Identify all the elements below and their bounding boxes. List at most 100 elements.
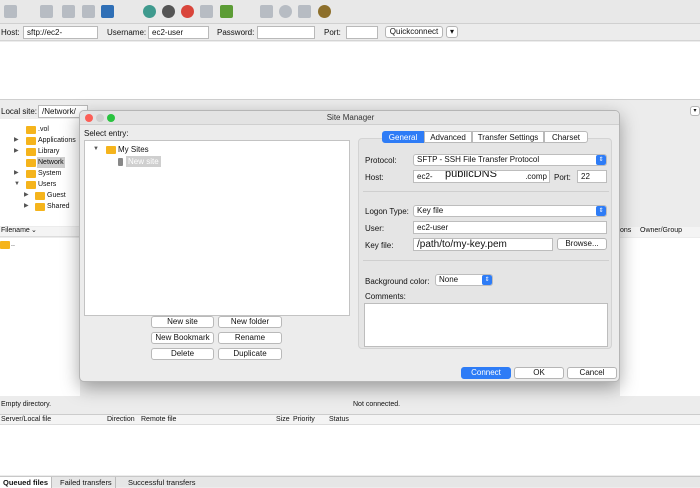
tree-expander-icon[interactable]: ▼ bbox=[14, 179, 20, 190]
server-icon bbox=[118, 158, 123, 166]
tree-item-shared[interactable]: ▶ Shared bbox=[0, 201, 80, 212]
tab-successful-transfers[interactable]: Successful transfers bbox=[125, 477, 199, 488]
duplicate-button[interactable]: Duplicate bbox=[218, 348, 282, 360]
toggle-local-tree-icon[interactable] bbox=[62, 5, 75, 18]
select-entry-label: Select entry: bbox=[84, 129, 129, 138]
folder-icon bbox=[26, 181, 36, 189]
user-label: User: bbox=[365, 224, 385, 233]
folder-icon bbox=[26, 126, 36, 134]
local-directory-tree: .vol ▶ Applications ▶ Library Network ▶ … bbox=[0, 119, 80, 226]
tab-queued-files[interactable]: Queued files bbox=[0, 477, 53, 488]
protocol-select[interactable]: SFTP - SSH File Transfer Protocol ⇕ bbox=[413, 154, 607, 166]
tree-expander-icon[interactable]: ▶ bbox=[14, 146, 19, 157]
queue-header: Server/Local file Direction Remote file … bbox=[0, 414, 700, 425]
col-server-local-file[interactable]: Server/Local file bbox=[1, 416, 51, 423]
col-remote-file[interactable]: Remote file bbox=[141, 416, 176, 423]
sync-browsing-icon[interactable] bbox=[298, 5, 311, 18]
select-arrows-icon: ⇕ bbox=[596, 206, 606, 216]
tree-item-guest[interactable]: ▶ Guest bbox=[0, 190, 80, 201]
delete-button[interactable]: Delete bbox=[151, 348, 214, 360]
local-list-header: Filename ⌄ bbox=[0, 227, 80, 237]
tree-item-label: Applications bbox=[38, 137, 76, 144]
tree-item-label: Users bbox=[38, 181, 57, 188]
comments-textarea[interactable] bbox=[364, 303, 608, 347]
remote-status: Not connected. bbox=[353, 398, 700, 412]
tree-item-label: Shared bbox=[47, 203, 70, 210]
filename-column-header[interactable]: Filename bbox=[1, 227, 30, 234]
qc-username-input[interactable]: ec2-user bbox=[148, 26, 209, 39]
toggle-queue-icon[interactable] bbox=[101, 5, 114, 18]
qc-host-input[interactable]: sftp://ec2- bbox=[23, 26, 98, 39]
tree-item-new-site[interactable]: New site bbox=[85, 156, 205, 167]
tab-failed-transfers[interactable]: Failed transfers bbox=[57, 477, 116, 488]
rename-button[interactable]: Rename bbox=[218, 332, 282, 344]
refresh-icon[interactable] bbox=[143, 5, 156, 18]
toggle-log-icon[interactable] bbox=[40, 5, 53, 18]
tree-item-label: Guest bbox=[47, 192, 66, 199]
cancel-button[interactable]: Cancel bbox=[567, 367, 617, 379]
find-files-binoculars-icon[interactable] bbox=[318, 5, 331, 18]
col-status[interactable]: Status bbox=[329, 416, 349, 423]
tab-advanced[interactable]: Advanced bbox=[424, 131, 472, 143]
tab-general[interactable]: General bbox=[382, 131, 424, 143]
tree-expander-icon[interactable]: ▶ bbox=[14, 168, 19, 179]
new-bookmark-button[interactable]: New Bookmark bbox=[151, 332, 214, 344]
col-direction[interactable]: Direction bbox=[107, 416, 135, 423]
logon-type-value: Key file bbox=[417, 206, 444, 215]
host-label: Host: bbox=[365, 173, 384, 182]
directory-listing-filters-icon[interactable] bbox=[260, 5, 273, 18]
tree-item-library[interactable]: ▶ Library bbox=[0, 146, 80, 157]
permissions-column-header[interactable]: ons bbox=[620, 227, 631, 234]
reconnect-icon[interactable] bbox=[220, 5, 233, 18]
browse-button[interactable]: Browse... bbox=[557, 238, 607, 250]
tab-charset[interactable]: Charset bbox=[544, 131, 588, 143]
cancel-operation-icon[interactable] bbox=[181, 5, 194, 18]
new-site-button[interactable]: New site bbox=[151, 316, 214, 328]
connect-button[interactable]: Connect bbox=[461, 367, 511, 379]
main-toolbar bbox=[0, 0, 700, 24]
background-color-select[interactable]: None ⇕ bbox=[435, 274, 493, 286]
qc-port-input[interactable] bbox=[346, 26, 378, 39]
site-manager-icon[interactable] bbox=[4, 5, 17, 18]
quickconnect-button[interactable]: Quickconnect bbox=[385, 26, 443, 38]
col-priority[interactable]: Priority bbox=[293, 416, 315, 423]
remote-site-dropdown-icon[interactable]: ▾ bbox=[690, 106, 700, 116]
tab-transfer-settings[interactable]: Transfer Settings bbox=[472, 131, 544, 143]
tree-item-system[interactable]: ▶ System bbox=[0, 168, 80, 179]
tree-item-my-sites[interactable]: ▼ My Sites bbox=[85, 144, 205, 155]
port-input[interactable]: 22 bbox=[577, 170, 607, 183]
tree-expander-icon[interactable]: ▶ bbox=[24, 190, 29, 201]
sort-chevron-icon[interactable]: ⌄ bbox=[31, 226, 37, 234]
folder-icon bbox=[35, 203, 45, 211]
tree-item-label: Network bbox=[37, 157, 65, 168]
qc-password-input[interactable] bbox=[257, 26, 315, 39]
local-status: Empty directory. bbox=[0, 398, 350, 412]
qc-host-label: Host: bbox=[1, 28, 20, 37]
host-input[interactable]: ec2- publicDNS .comp bbox=[413, 170, 550, 183]
user-input[interactable]: ec2-user bbox=[413, 221, 607, 234]
ok-button[interactable]: OK bbox=[514, 367, 564, 379]
col-size[interactable]: Size bbox=[276, 416, 290, 423]
dialog-title: Site Manager bbox=[326, 113, 375, 122]
tree-expander-icon[interactable]: ▶ bbox=[14, 135, 19, 146]
search-icon[interactable] bbox=[279, 5, 292, 18]
tree-item-users[interactable]: ▼ Users bbox=[0, 179, 80, 190]
tree-item-network[interactable]: Network bbox=[0, 157, 80, 168]
list-item[interactable]: .. bbox=[0, 239, 80, 250]
new-folder-button[interactable]: New folder bbox=[218, 316, 282, 328]
tree-item-applications[interactable]: ▶ Applications bbox=[0, 135, 80, 146]
keyfile-input[interactable]: /path/to/my-key.pem bbox=[413, 238, 553, 251]
process-queue-icon[interactable] bbox=[162, 5, 175, 18]
background-color-label: Background color: bbox=[365, 277, 430, 286]
logon-type-select[interactable]: Key file ⇕ bbox=[413, 205, 607, 217]
disconnect-icon[interactable] bbox=[200, 5, 213, 18]
select-arrows-icon: ⇕ bbox=[482, 275, 492, 285]
port-label: Port: bbox=[554, 173, 571, 182]
owner-column-header[interactable]: Owner/Group bbox=[640, 227, 682, 234]
toggle-remote-tree-icon[interactable] bbox=[82, 5, 95, 18]
tree-item-vol[interactable]: .vol bbox=[0, 124, 80, 135]
tree-expander-icon[interactable]: ▼ bbox=[93, 144, 99, 155]
tree-expander-icon[interactable]: ▶ bbox=[24, 201, 29, 212]
quickconnect-dropdown-icon[interactable]: ▾ bbox=[446, 26, 458, 38]
queue-tabs: Queued files Failed transfers Successful… bbox=[0, 476, 700, 488]
